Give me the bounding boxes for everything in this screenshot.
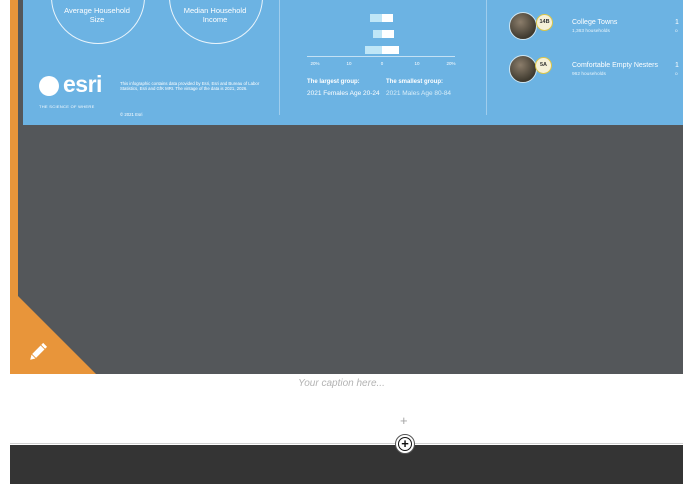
segment-photo — [509, 55, 537, 83]
axis-tick-label: 20% — [310, 61, 320, 66]
plus-icon: + — [401, 436, 409, 451]
segment-overflow-text: 1 — [675, 62, 679, 69]
pyramid-bar-male — [365, 46, 382, 54]
selection-accent-bar — [10, 0, 18, 374]
segment-count: 962 households — [572, 72, 606, 77]
segment-name: College Towns — [572, 19, 618, 26]
section-divider — [10, 443, 683, 444]
caption-input[interactable]: Your caption here... — [0, 378, 683, 389]
pyramid-bar-male — [373, 30, 382, 38]
axis-tick-label: 0 — [380, 61, 384, 66]
panel-divider — [486, 0, 487, 115]
add-small-icon[interactable]: + — [400, 414, 408, 427]
pyramid-bar-female — [382, 46, 399, 54]
smallest-group-value: 2021 Males Age 80-84 — [386, 90, 452, 97]
next-section-block — [10, 445, 683, 484]
copyright-text: © 2021 Esri — [120, 112, 143, 117]
esri-tagline: THE SCIENCE OF WHERE — [39, 104, 95, 109]
globe-icon — [39, 76, 59, 96]
pyramid-bar-male — [370, 14, 382, 22]
esri-logo: esri THE SCIENCE OF WHERE — [39, 70, 131, 118]
pencil-icon[interactable] — [27, 341, 49, 363]
segment-overflow-text: 1 — [675, 19, 679, 26]
segment-badge: 14B — [536, 14, 553, 31]
axis-tick-label: 20% — [446, 61, 456, 66]
axis-tick-label: 10 — [346, 61, 352, 66]
panel-divider — [279, 0, 280, 115]
add-section-button[interactable]: + — [395, 434, 415, 454]
segment-overflow-text: o — [675, 72, 678, 77]
largest-group-label: The largest group: — [307, 79, 360, 85]
largest-group-value: 2021 Females Age 20-24 — [307, 90, 380, 97]
income-label: Median Household Income — [183, 6, 247, 24]
segment-photo — [509, 12, 537, 40]
pyramid-axis — [307, 56, 455, 57]
segment-badge: 5A — [535, 57, 552, 74]
segment-name: Comfortable Empty Nesters — [572, 62, 658, 69]
segment-count: 1,363 households — [572, 29, 610, 34]
household-size-label: Average Household Size — [64, 6, 130, 24]
pyramid-bar-female — [382, 14, 393, 22]
axis-tick-label: 10 — [414, 61, 420, 66]
smallest-group-label: The smallest group: — [386, 79, 444, 85]
data-disclaimer: This infographic contains data provided … — [120, 81, 260, 92]
esri-wordmark: esri — [63, 71, 102, 97]
segment-overflow-text: o — [675, 29, 678, 34]
pyramid-bar-female — [382, 30, 394, 38]
infographic-panel: Average Household Size Median Household … — [23, 0, 683, 125]
